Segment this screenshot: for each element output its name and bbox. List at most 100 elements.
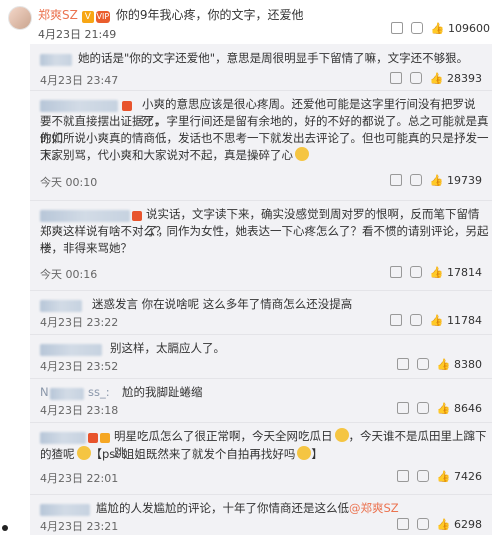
emoji-icon: [295, 147, 309, 161]
comment-text-line: 楼，非得来骂她？: [40, 241, 132, 255]
emoji-icon: [334, 428, 349, 442]
comment-item: 小爽的意思应该是很心疼周。还爱他可能是这字里行间没有把罗说死， 要不就直接摆出证…: [30, 90, 492, 201]
share-icon[interactable]: [389, 72, 402, 84]
comment-icon[interactable]: [410, 22, 423, 34]
comment-item: 迷惑发言 你在说啥呢 这么多年了情商怎么还没提高 4月23日 23:22 👍 1…: [30, 290, 492, 335]
comment-actions: 👍 6298: [396, 518, 482, 531]
comment-text: 别这样，太膈应人了。: [110, 341, 225, 355]
comment-time: 4月23日 23:47: [40, 74, 119, 87]
comment-icon[interactable]: [416, 470, 429, 482]
share-icon[interactable]: [396, 402, 409, 414]
comment-text: 迷惑发言 你在说啥呢 这么多年了情商怎么还没提高: [92, 297, 353, 311]
comment-icon[interactable]: [409, 174, 422, 186]
comment-actions: 👍 17814: [389, 266, 482, 279]
comment-item: 尴尬的人发尴尬的评论，十年了你情商还是这么低@郑爽SZ 4月23日 23:21 …: [30, 494, 492, 535]
weibo-comment-page: 郑爽SZ V VIP 你的9年我心疼，你的文字，还爱他 4月23日 21:49 👍 1…: [0, 0, 500, 535]
share-icon[interactable]: [389, 174, 402, 186]
like-icon[interactable]: 👍: [437, 518, 451, 531]
like-icon[interactable]: 👍: [430, 72, 444, 85]
comment-actions: 👍 19739: [389, 174, 482, 187]
comment-text-line: 尴尬的人发尴尬的评论，十年了你情商还是这么低@郑爽SZ: [96, 500, 399, 517]
share-icon[interactable]: [389, 266, 402, 278]
like-count: 17814: [447, 266, 482, 279]
comment-text: 的猹呢: [40, 447, 75, 461]
share-icon[interactable]: [390, 22, 403, 34]
avatar[interactable]: [8, 6, 32, 30]
like-count: 11784: [447, 314, 482, 327]
emoji-icon: [297, 446, 312, 460]
author-name[interactable]: 郑爽SZ: [38, 8, 78, 22]
comment-text: 【ps: 姐姐既然来了就发个自拍再找好吗: [90, 447, 296, 461]
comment-item: 说实话，文字读下来，确实没感觉到周对罗的恨啊，反而笔下留情了， 郑爽这样说有啥不…: [30, 200, 492, 291]
vip-badge-icon: [132, 211, 142, 221]
post-header: 郑爽SZ V VIP 你的9年我心疼，你的文字，还爱他: [38, 6, 303, 23]
comment-time: 4月23日 23:21: [40, 520, 119, 533]
comment-icon[interactable]: [409, 72, 422, 84]
like-count: 8646: [454, 402, 482, 415]
like-icon[interactable]: 👍: [430, 174, 444, 187]
like-icon[interactable]: 👍: [437, 358, 451, 371]
comment-text: 明星吃瓜怎么了很正常啊，今天全网吃瓜日: [114, 429, 333, 443]
comment-list: 她的话是"你的文字还爱他"，意思是周很明显手下留情了嘛，文字还不够狠。 4月23…: [30, 44, 492, 535]
like-icon[interactable]: 👍: [437, 402, 451, 415]
username-blurred: [40, 344, 102, 356]
comment-item: 明星吃瓜怎么了很正常啊，今天全网吃瓜日 ，今天谁不是瓜田里上蹿下跳 的猹呢 【ps:…: [30, 422, 492, 495]
username-partial-right[interactable]: ss_:: [88, 384, 110, 401]
comment-icon[interactable]: [416, 518, 429, 530]
comment-actions: 👍 11784: [389, 314, 482, 327]
username-blurred: [40, 504, 90, 516]
mention-link[interactable]: @郑爽SZ: [349, 501, 399, 515]
comment-item: 她的话是"你的文字还爱他"，意思是周很明显手下留情了嘛，文字还不够狠。 4月23…: [30, 44, 492, 91]
emoji-icon: [76, 446, 91, 460]
comment-text: 大家别骂，代小爽和大家说对不起，真是操碎了心: [40, 148, 293, 162]
like-count: 28393: [447, 72, 482, 85]
user-badges: [88, 428, 112, 447]
comment-icon[interactable]: [409, 314, 422, 326]
username-partial-left[interactable]: N: [40, 384, 49, 401]
comment-text: 尴尬的人发尴尬的评论，十年了你情商还是这么低: [96, 501, 349, 515]
like-icon[interactable]: 👍: [431, 22, 445, 35]
like-count: 19739: [447, 174, 482, 187]
share-icon[interactable]: [396, 358, 409, 370]
like-icon[interactable]: 👍: [430, 266, 444, 279]
comment-time: 今天 00:16: [40, 268, 98, 281]
comment-time: 4月23日 23:52: [40, 360, 119, 373]
comment-actions: 👍 8380: [396, 358, 482, 371]
vip-badge-icon: [122, 101, 132, 111]
share-icon[interactable]: [396, 470, 409, 482]
like-icon[interactable]: 👍: [430, 314, 444, 327]
page-bullet: [2, 525, 8, 531]
comment-time: 4月23日 23:22: [40, 316, 119, 329]
comment-item: N ss_: 尬的我脚趾蜷缩 4月23日 23:18 👍 8646: [30, 378, 492, 423]
post-actions: 👍 109600: [390, 22, 490, 35]
like-count: 6298: [454, 518, 482, 531]
username-blurred: [40, 100, 118, 112]
like-count: 8380: [454, 358, 482, 371]
username-blurred: [40, 54, 72, 66]
share-icon[interactable]: [389, 314, 402, 326]
comment-time: 今天 00:10: [40, 176, 98, 189]
like-count: 7426: [454, 470, 482, 483]
comment-time: 4月23日 22:01: [40, 472, 119, 485]
comment-text: 她的话是"你的文字还爱他"，意思是周很明显手下留情了嘛，文字还不够狠。: [78, 51, 469, 65]
like-icon[interactable]: 👍: [437, 470, 451, 483]
username-blurred: [40, 210, 130, 222]
like-count: 109600: [448, 22, 490, 35]
comment-text: 尬的我脚趾蜷缩: [122, 385, 203, 399]
username-blurred: [40, 432, 86, 444]
vip-badge-icon: [88, 433, 98, 443]
comment-time: 4月23日 23:18: [40, 404, 119, 417]
original-post: 郑爽SZ V VIP 你的9年我心疼，你的文字，还爱他 4月23日 21:49 👍 1…: [0, 0, 500, 44]
share-icon[interactable]: [396, 518, 409, 530]
comment-icon[interactable]: [416, 402, 429, 414]
post-time: 4月23日 21:49: [38, 28, 117, 41]
comment-text-line: 的猹呢 【ps: 姐姐既然来了就发个自拍再找好吗】: [40, 446, 323, 461]
comment-icon[interactable]: [416, 358, 429, 370]
vip-badge-icon: VIP: [95, 11, 110, 23]
comment-actions: 👍 7426: [396, 470, 482, 483]
comment-actions: 👍 8646: [396, 402, 482, 415]
comment-text-line: 大家别骂，代小爽和大家说对不起，真是操碎了心: [40, 147, 309, 164]
comment-icon[interactable]: [409, 266, 422, 278]
verified-badge-icon: [100, 433, 110, 443]
comment-item: 别这样，太膈应人了。 4月23日 23:52 👍 8380: [30, 334, 492, 379]
